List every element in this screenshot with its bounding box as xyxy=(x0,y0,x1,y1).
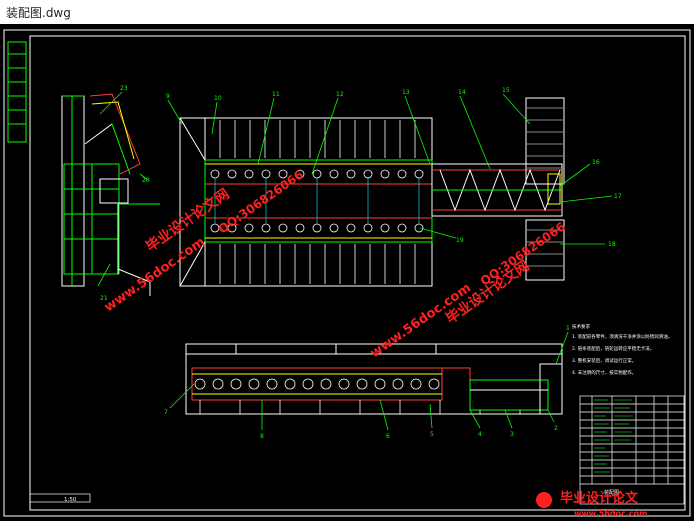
scale-box: 1:50 xyxy=(29,493,91,503)
file-tab-title[interactable]: 装配图.dwg xyxy=(6,4,71,21)
part-number: 10 xyxy=(214,95,222,102)
part-number: 14 xyxy=(458,89,466,96)
note-line: 3. 整机安装后，调试运行正常。 xyxy=(572,357,636,364)
part-number: 18 xyxy=(608,241,616,248)
left-revision-strip xyxy=(7,41,27,143)
note-line: 1. 装配前各零件，须清洗干净并涂以防锈润滑油。 xyxy=(572,333,672,340)
part-number: 12 xyxy=(336,91,344,98)
file-tab-bar: 装配图.dwg xyxy=(0,0,694,24)
part-number: 20 xyxy=(142,177,150,184)
part-number: 8 xyxy=(260,433,264,440)
cad-drawing-canvas[interactable]: 23 9 10 11 12 13 14 15 16 17 18 19 20 21 xyxy=(0,24,694,521)
assembly-drawing: 23 9 10 11 12 13 14 15 16 17 18 19 20 21 xyxy=(3,29,691,518)
note-line: 4. 未注明的尺寸，按实物配作。 xyxy=(572,369,636,376)
sprocket-row-upper xyxy=(210,169,424,179)
part-number: 4 xyxy=(478,431,482,438)
left-wall-structure xyxy=(61,93,160,296)
corner-brand: 毕业设计论文 xyxy=(560,490,639,506)
scale-label: 1:50 xyxy=(64,497,77,503)
part-number: 17 xyxy=(614,193,622,200)
top-slats-upper xyxy=(219,120,416,158)
corner-url: www.56doc.com xyxy=(574,509,647,518)
sprocket-row-lower xyxy=(210,223,424,233)
leader-lines-bottom xyxy=(169,331,569,431)
part-number: 16 xyxy=(592,159,600,166)
side-view-rollers xyxy=(194,378,440,390)
part-number: 9 xyxy=(166,93,170,100)
right-truss-extension xyxy=(431,163,563,217)
side-view-legs xyxy=(199,400,521,414)
watermark-group-right: www.56doc.com 毕业设计论文网 QQ:306826066 xyxy=(368,219,568,361)
part-number: 5 xyxy=(430,431,434,438)
technical-notes: 技术要求 1. 装配前各零件，须清洗干净并涂以防锈润滑油。 2. 链条装配后，链… xyxy=(572,323,672,376)
part-number: 1 xyxy=(566,325,570,332)
logo-icon xyxy=(536,492,552,508)
parts-list-table xyxy=(579,395,685,505)
part-number: 2 xyxy=(554,425,558,432)
part-number: 7 xyxy=(164,409,168,416)
part-number: 13 xyxy=(402,89,410,96)
part-number: 19 xyxy=(456,237,464,244)
part-number: 23 xyxy=(120,85,128,92)
top-slats-lower xyxy=(219,244,416,284)
part-number: 6 xyxy=(386,433,390,440)
part-number: 15 xyxy=(502,87,510,94)
watermark-qq: QQ:306826066 xyxy=(216,167,306,236)
note-line: 2. 链条装配后，链轮运转应平稳无卡滞。 xyxy=(572,345,654,352)
watermark-group-left: www.56doc.com 毕业设计论文网 QQ:306826066 xyxy=(102,167,306,315)
notes-title: 技术要求 xyxy=(572,323,590,330)
corner-logo-watermark: 毕业设计论文 www.56doc.com xyxy=(536,490,647,518)
part-number: 3 xyxy=(510,431,514,438)
part-number: 11 xyxy=(272,91,280,98)
